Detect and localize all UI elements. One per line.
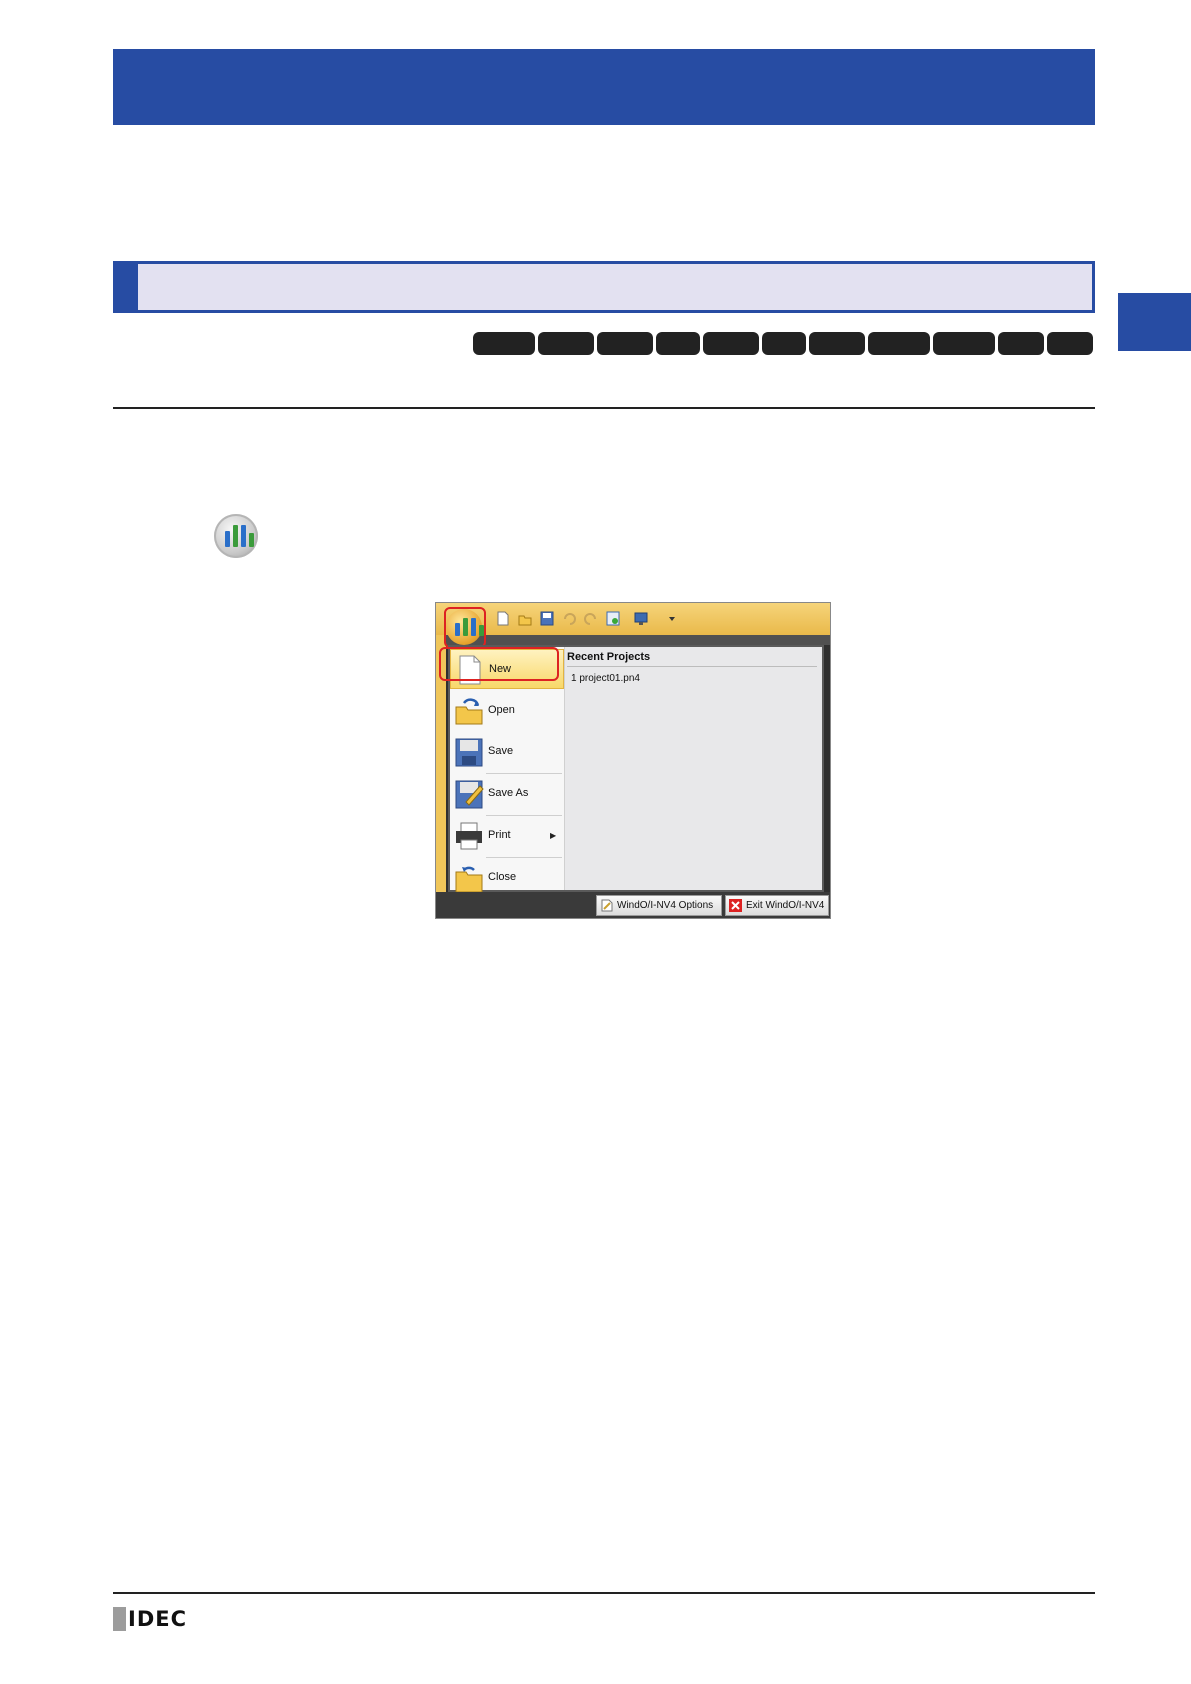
printer-icon	[456, 822, 482, 850]
redo-icon[interactable]	[584, 611, 598, 626]
application-menu-screenshot: New Open Save Save As Print ▶ Close Rece…	[435, 602, 831, 919]
options-button[interactable]: WindO/I-NV4 Options	[596, 895, 722, 916]
chapter-side-tab	[1118, 293, 1191, 351]
model-badge	[656, 332, 700, 355]
close-folder-icon	[455, 866, 483, 893]
menu-item-open[interactable]: Open	[450, 691, 564, 731]
options-button-label: WindO/I-NV4 Options	[617, 900, 714, 911]
section-heading-accent	[113, 261, 138, 313]
menu-item-label: Print	[488, 829, 511, 841]
undo-icon[interactable]	[562, 611, 576, 626]
transfer-icon[interactable]	[606, 611, 620, 626]
exit-icon	[729, 899, 742, 912]
new-item-highlight	[439, 647, 559, 681]
menu-item-print[interactable]: Print ▶	[450, 816, 564, 856]
model-badge	[933, 332, 995, 355]
menu-item-label: Save	[488, 745, 514, 757]
model-badge	[473, 332, 535, 355]
chapter-banner	[113, 49, 1095, 125]
open-folder-icon	[455, 698, 483, 725]
model-badge	[762, 332, 806, 355]
application-menu: New Open Save Save As Print ▶ Close Rece…	[448, 645, 824, 893]
recent-projects-heading: Recent Projects	[567, 651, 651, 663]
floppy-disk-icon	[455, 738, 483, 767]
heading-rule	[113, 407, 1095, 409]
quick-access-toolbar	[436, 603, 830, 635]
model-badge	[597, 332, 653, 355]
section-heading-bar	[113, 261, 1095, 313]
recent-projects-pane: Recent Projects 1 project01.pn4	[565, 647, 822, 890]
monitor-icon[interactable]	[634, 611, 648, 626]
customize-dropdown-icon[interactable]	[668, 611, 676, 626]
logo-text: IDEC	[128, 1607, 188, 1631]
exit-button[interactable]: Exit WindO/I-NV4	[725, 895, 829, 916]
brand-logo: IDEC	[113, 1607, 187, 1631]
model-badges	[473, 332, 1093, 355]
model-badge	[809, 332, 865, 355]
submenu-arrow-icon: ▶	[550, 831, 557, 840]
menu-item-save-as[interactable]: Save As	[450, 774, 564, 814]
model-badge	[703, 332, 759, 355]
menu-item-label: Save As	[488, 787, 529, 799]
model-badge	[868, 332, 930, 355]
ribbon-strip	[436, 635, 830, 645]
model-badge	[998, 332, 1044, 355]
menu-item-save[interactable]: Save	[450, 732, 564, 772]
exit-button-label: Exit WindO/I-NV4	[746, 900, 825, 911]
footer-rule	[113, 1592, 1095, 1594]
save-as-icon	[455, 780, 484, 809]
application-button-icon	[214, 514, 258, 558]
open-icon[interactable]	[518, 611, 532, 626]
logo-mark	[113, 1607, 126, 1631]
command-list: New Open Save Save As Print ▶ Close	[450, 647, 565, 893]
new-icon[interactable]	[496, 611, 510, 626]
model-badge	[538, 332, 594, 355]
menu-footer-bar: WindO/I-NV4 Options Exit WindO/I-NV4	[436, 892, 830, 918]
menu-item-label: Open	[488, 704, 515, 716]
recent-project-item[interactable]: 1 project01.pn4	[571, 673, 640, 684]
application-button-highlight	[444, 607, 486, 648]
menu-item-label: Close	[488, 871, 517, 883]
options-icon	[601, 899, 613, 912]
recent-projects-divider	[567, 666, 817, 667]
model-badge	[1047, 332, 1093, 355]
save-icon[interactable]	[540, 611, 554, 626]
menu-item-close[interactable]: Close	[450, 858, 564, 893]
